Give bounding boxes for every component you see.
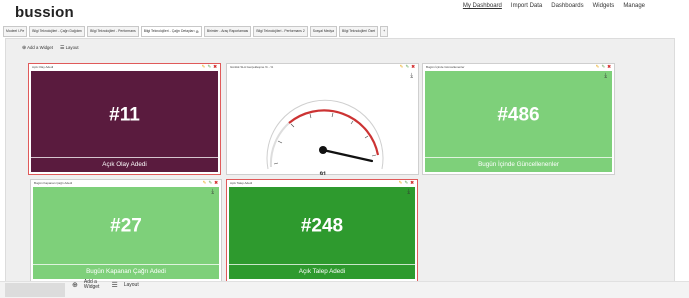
edit-icon[interactable]: ✎ — [404, 180, 408, 186]
edit-icon[interactable]: ✎ — [208, 180, 212, 186]
layout-button[interactable]: ☰ Layout — [60, 45, 79, 51]
scroll-strip — [5, 283, 65, 297]
tab-close-icon[interactable]: ⊗ — [196, 27, 199, 36]
widget-sla-gauge[interactable]: Günlük SLA Gerçekleşme % - % ✎ ✎ ✖ ⤓ 91 — [226, 63, 419, 175]
add-widget-button[interactable]: ⊕ Add a Widget — [22, 45, 53, 51]
nav-dashboards[interactable]: Dashboards — [551, 3, 583, 9]
layout-label: Layout — [65, 45, 79, 50]
plus-circle-icon[interactable]: ⊕ — [72, 281, 78, 289]
kpi-value: #27 — [110, 215, 142, 237]
widget-title: Bugün İçinde Güncellenenler — [426, 65, 465, 69]
tab-label: Bilgi Teknolojileri - Çağrı Dağılımı — [32, 29, 83, 33]
close-icon[interactable]: ✖ — [410, 180, 414, 186]
layout-icon: ☰ — [59, 45, 65, 51]
close-icon[interactable]: ✖ — [607, 64, 611, 70]
edit-icon[interactable]: ✎ — [601, 64, 605, 70]
pin-icon[interactable]: ✎ — [400, 64, 404, 70]
nav-import-data[interactable]: Import Data — [511, 3, 542, 9]
nav-my-dashboard[interactable]: My Dashboard — [463, 3, 502, 9]
widget-header: Açık Talep Adedi ✎ ✎ ✖ — [227, 180, 417, 186]
tab-label: Bilgi Teknolojileri - Performans 2 — [256, 29, 305, 33]
kpi-tile: #11 Açık Olay Adedi — [31, 71, 218, 172]
plus-icon: + — [383, 29, 386, 33]
widget-header: Bugün Kapanan Çağrı Adedi ✎ ✎ ✖ — [31, 180, 221, 186]
bottom-toolbar: ⊕ Add a Widget ☰ Layout — [72, 280, 139, 290]
tab-modeel[interactable]: Modeel I-Pe — [3, 26, 28, 37]
bottom-add-widget-button[interactable]: Add a Widget — [84, 280, 100, 290]
widget-acik-olay[interactable]: Açık Olay Adedi ✎ ✎ ✖ #11 Açık Olay Adedi — [28, 63, 221, 175]
tab-label: Modeel I-Pe — [6, 29, 25, 33]
widget-title: Açık Talep Adedi — [230, 181, 253, 185]
pin-icon[interactable]: ✎ — [202, 64, 206, 70]
dashboard-tabs: Modeel I-Pe Bilgi Teknolojileri - Çağrı … — [3, 26, 389, 37]
kpi-tile: ⤓ #248 Açık Talep Adedi — [229, 187, 415, 279]
tab-label: Birimler - Araç Raporlaması — [206, 29, 249, 33]
nav-manage[interactable]: Manage — [623, 3, 645, 9]
logo: bussion — [15, 4, 74, 21]
tab-performans-2[interactable]: Bilgi Teknolojileri - Performans 2 — [253, 26, 308, 37]
kpi-tile: ⤓ #27 Bugün Kapanan Çağrı Adedi — [33, 187, 219, 279]
widget-title: Günlük SLA Gerçekleşme % - % — [230, 65, 274, 69]
download-icon[interactable]: ⤓ — [407, 189, 410, 196]
tab-cagri-detaylari[interactable]: Bilgi Teknolojileri - Çağrı Detayları ⊗ — [140, 26, 202, 37]
widget-header: Günlük SLA Gerçekleşme % - % ✎ ✎ ✖ — [227, 64, 418, 70]
kpi-value: #248 — [300, 215, 344, 237]
bottom-layout-button[interactable]: Layout — [124, 282, 139, 288]
dashboard-toolbar: ⊕ Add a Widget ☰ Layout — [22, 45, 79, 51]
kpi-tile: ⤓ #486 Bugün İçinde Güncellenenler — [425, 71, 612, 172]
kpi-caption: Açık Talep Adedi — [229, 264, 415, 279]
tab-sosyal-medya[interactable]: Sosyal Medya — [309, 26, 338, 37]
kpi-caption: Açık Olay Adedi — [31, 157, 218, 172]
kpi-value: #486 — [497, 103, 540, 125]
tab-label: Bilgi Teknolojileri - Performans — [90, 29, 136, 33]
pin-icon[interactable]: ✎ — [203, 180, 207, 186]
close-icon[interactable]: ✖ — [411, 64, 415, 70]
edit-icon[interactable]: ✎ — [405, 64, 409, 70]
widget-header: Açık Olay Adedi ✎ ✎ ✖ — [29, 64, 220, 70]
gauge: 91 — [266, 99, 384, 175]
download-icon[interactable]: ⤓ — [211, 189, 214, 196]
gauge-value: 91 — [320, 172, 327, 175]
kpi-value: #11 — [109, 103, 140, 125]
widget-bugun-kapanan[interactable]: Bugün Kapanan Çağrı Adedi ✎ ✎ ✖ ⤓ #27 Bugü… — [30, 179, 222, 282]
tab-cagri-dagilimi[interactable]: Bilgi Teknolojileri - Çağrı Dağılımı — [29, 26, 86, 37]
widget-title: Bugün Kapanan Çağrı Adedi — [34, 181, 73, 185]
add-widget-label: Add a Widget — [27, 45, 53, 50]
tab-performans[interactable]: Bilgi Teknolojileri - Performans — [87, 26, 139, 37]
tab-label: Sosyal Medya — [312, 29, 335, 33]
edit-icon[interactable]: ✎ — [207, 64, 211, 70]
widget-title: Açık Olay Adedi — [32, 65, 54, 69]
kpi-caption: Bugün Kapanan Çağrı Adedi — [33, 264, 219, 279]
pin-icon[interactable]: ✎ — [399, 180, 403, 186]
tab-label: Bilgi Teknolojileri Özet — [342, 29, 376, 33]
widget-acik-talep[interactable]: Açık Talep Adedi ✎ ✎ ✖ ⤓ #248 Açık Talep A… — [226, 179, 418, 282]
bottom-add-label-2: Widget — [83, 284, 100, 290]
tab-label: Bilgi Teknolojileri - Çağrı Detayları — [143, 29, 195, 33]
add-tab-button[interactable]: + — [380, 26, 389, 37]
tab-arac-raporlamasi[interactable]: Birimler - Araç Raporlaması — [203, 26, 252, 37]
widget-header: Bugün İçinde Güncellenenler ✎ ✎ ✖ — [423, 64, 614, 70]
gauge-needle — [321, 148, 374, 163]
close-icon[interactable]: ✖ — [213, 64, 217, 70]
dashboard-panel: ⊕ Add a Widget ☰ Layout Açık Olay Adedi … — [5, 38, 675, 283]
close-icon[interactable]: ✖ — [214, 180, 218, 186]
plus-circle-icon: ⊕ — [22, 45, 27, 51]
download-icon[interactable]: ⤓ — [604, 73, 607, 80]
top-navigation: My Dashboard Import Data Dashboards Widg… — [463, 3, 645, 9]
widget-bugun-guncellenen[interactable]: Bugün İçinde Güncellenenler ✎ ✎ ✖ ⤓ #486 B… — [422, 63, 615, 175]
nav-widgets[interactable]: Widgets — [593, 3, 615, 9]
kpi-caption: Bugün İçinde Güncellenenler — [425, 157, 612, 172]
pin-icon[interactable]: ✎ — [596, 64, 600, 70]
tab-ozet[interactable]: Bilgi Teknolojileri Özet — [339, 26, 379, 37]
layout-icon[interactable]: ☰ — [111, 281, 117, 289]
